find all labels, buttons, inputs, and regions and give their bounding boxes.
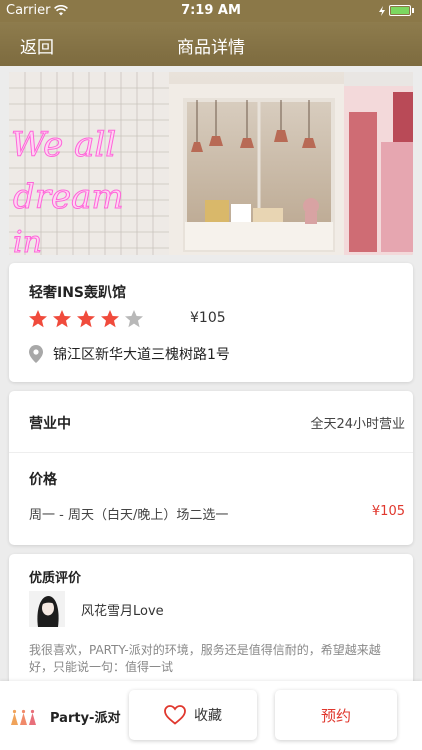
party-logo-icon xyxy=(11,709,36,725)
avatar xyxy=(29,591,65,627)
review-section-title: 优质评价 xyxy=(29,571,82,586)
bottom-action-bar: Party-派对 收藏 预约 xyxy=(0,681,422,750)
book-button[interactable]: 预约 xyxy=(275,690,397,740)
business-status: 营业中 xyxy=(29,416,71,432)
shop-info-card: 轻奢INS轰趴馆 ¥105 锦江区新华大道三槐树路1号 xyxy=(9,263,413,382)
star-icon xyxy=(101,310,119,328)
shop-address: 锦江区新华大道三槐树路1号 xyxy=(53,347,230,363)
review-card: 优质评价 风花雪月Love 我很喜欢，PARTY-派对的环境，服务还是值得信耐的… xyxy=(9,554,413,694)
brand: Party-派对 xyxy=(10,707,120,726)
navigation-bar: 返回 商品详情 xyxy=(0,22,422,66)
shop-price: ¥105 xyxy=(190,310,226,326)
business-hours: 全天24小时营业 xyxy=(310,417,405,432)
favorite-button[interactable]: 收藏 xyxy=(129,690,257,740)
review-text: 我很喜欢，PARTY-派对的环境，服务还是值得信耐的，希望越来越好，只能说一句：… xyxy=(29,643,381,674)
shop-name: 轻奢INS轰趴馆 xyxy=(29,285,127,301)
page-title: 商品详情 xyxy=(177,38,245,58)
heart-outline-icon xyxy=(164,705,186,725)
star-icon xyxy=(77,310,95,328)
reviewer-name: 风花雪月Love xyxy=(81,603,164,619)
brand-name: Party-派对 xyxy=(50,711,121,726)
price-section-title: 价格 xyxy=(29,472,57,488)
charging-icon xyxy=(379,5,385,16)
reviewer-row: 风花雪月Love xyxy=(29,591,164,627)
package-description: 周一 - 周天（白天/晚上）场二选一 xyxy=(29,508,229,523)
book-label: 预约 xyxy=(320,706,351,725)
favorite-label: 收藏 xyxy=(194,708,222,724)
neon-text-line1: We all xyxy=(11,125,116,165)
business-info-card: 营业中 全天24小时营业 价格 周一 - 周天（白天/晚上）场二选一 ¥105 xyxy=(9,391,413,545)
venue-photo: We all dream in xyxy=(9,72,413,255)
status-bar: Carrier 7:19 AM xyxy=(0,0,422,22)
status-time: 7:19 AM xyxy=(181,3,241,18)
battery-icon xyxy=(389,5,411,16)
hero-image: We all dream in xyxy=(9,72,413,255)
battery-indicator xyxy=(379,5,414,16)
rating-stars xyxy=(28,309,144,329)
star-icon xyxy=(29,310,47,328)
address-row[interactable]: 锦江区新华大道三槐树路1号 xyxy=(29,344,230,364)
business-status-row: 营业中 全天24小时营业 xyxy=(29,413,405,433)
divider xyxy=(9,452,413,453)
location-pin-icon xyxy=(29,345,43,363)
neon-text-line2: dream xyxy=(13,177,124,217)
package-price: ¥105 xyxy=(371,504,405,519)
package-row[interactable]: 周一 - 周天（白天/晚上）场二选一 ¥105 xyxy=(29,504,405,524)
star-icon xyxy=(53,310,71,328)
neon-text-line3: in xyxy=(13,225,42,255)
star-icon xyxy=(125,310,143,328)
